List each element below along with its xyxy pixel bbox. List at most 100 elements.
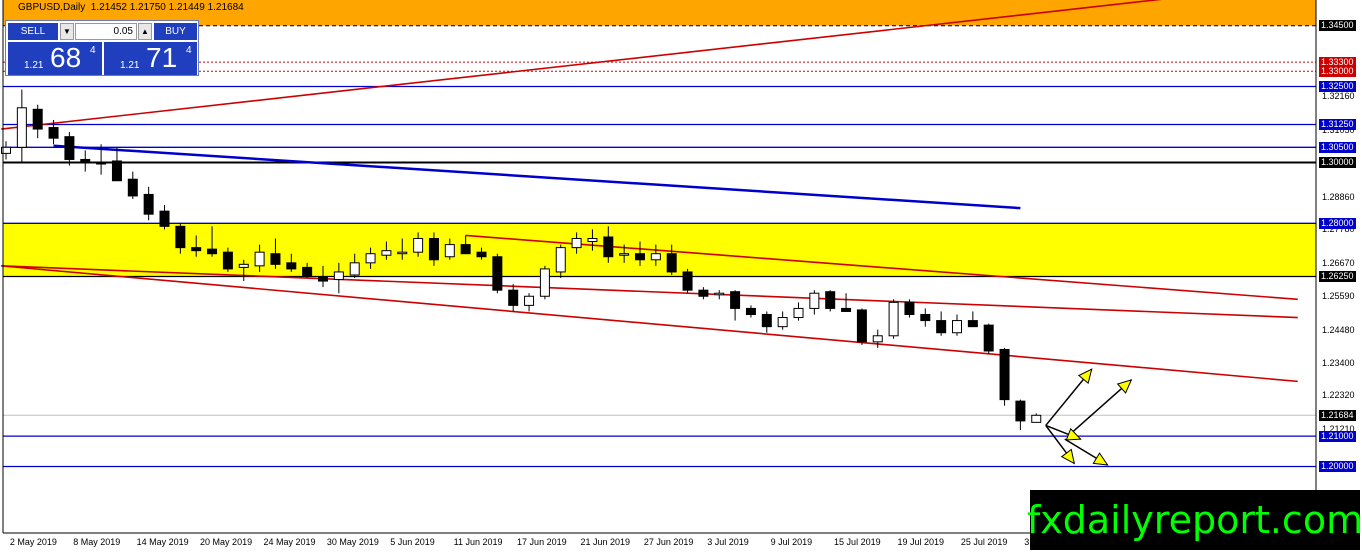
trend-line	[1, 265, 1298, 383]
candle-body	[444, 244, 455, 258]
candle-body	[841, 307, 852, 312]
buy-button[interactable]: BUY	[154, 23, 197, 40]
candle-body	[619, 253, 630, 256]
candle-body	[349, 262, 360, 276]
candle-body	[381, 250, 392, 256]
candle-body	[698, 289, 709, 297]
date-tick-label: 25 Jul 2019	[960, 537, 1008, 547]
candle-body	[96, 162, 107, 165]
date-tick-label: 21 Jun 2019	[580, 537, 630, 547]
candle-body	[159, 210, 170, 227]
scenario-arrow-head	[1092, 452, 1109, 466]
candle-body	[793, 307, 804, 319]
candle-body	[635, 253, 645, 261]
candle-body	[983, 324, 994, 352]
sell-price-prefix: 1.21	[24, 60, 44, 71]
price-level-tag: 1.21000	[1319, 430, 1356, 442]
price-level-tag: 1.26250	[1319, 271, 1356, 282]
price-level-tag: 1.21684	[1319, 409, 1356, 421]
candle-body	[127, 178, 138, 197]
candle-body	[856, 309, 867, 343]
date-tick-label: 8 May 2019	[73, 537, 121, 547]
date-tick-label: 27 Jun 2019	[643, 537, 694, 547]
candle-body	[920, 314, 931, 322]
candle-body	[1031, 414, 1042, 423]
candle-body	[936, 320, 947, 334]
price-level-tag: 1.31250	[1319, 119, 1356, 130]
moving-average-line	[53, 144, 1021, 210]
candle-body	[571, 238, 582, 249]
candle-body	[714, 292, 725, 296]
one-click-trade-panel: SELL ▼ 0.05 ▲ BUY 1.21 68 4 1.21 71 4	[5, 20, 199, 76]
candle-body	[222, 251, 233, 270]
price-chart	[1, 0, 1317, 534]
candle-body	[238, 263, 249, 268]
date-tick-label: 9 Jul 2019	[770, 537, 813, 547]
price-level-tag: 1.33000	[1319, 65, 1356, 77]
candle-body	[888, 301, 899, 337]
price-level-tag: 1.30500	[1319, 141, 1356, 153]
candle-body	[333, 271, 344, 281]
chart-header: GBPUSD,Daily 1.21452 1.21750 1.21449 1.2…	[18, 2, 244, 13]
candle-body	[254, 251, 265, 267]
date-tick-label: 3 Jul 2019	[707, 537, 749, 547]
candle-body	[524, 295, 535, 306]
candle-body	[175, 225, 186, 249]
date-tick-label: 19 Jul 2019	[897, 537, 944, 547]
date-tick-label: 5 Jun 2019	[390, 537, 435, 547]
candle-body	[413, 238, 424, 253]
scenario-arrow-head	[1077, 368, 1093, 384]
buy-price-main: 71	[146, 42, 178, 73]
price-tick-label: 1.28860	[1322, 191, 1355, 202]
candle-body	[555, 247, 566, 273]
candle-body	[207, 248, 218, 255]
date-tick-label: 24 May 2019	[263, 537, 316, 547]
candle-body	[952, 320, 962, 334]
date-tick-label: 14 May 2019	[136, 537, 189, 547]
price-level-tag: 1.30000	[1319, 157, 1356, 168]
candle-body	[80, 158, 91, 162]
buy-price-pip: 4	[186, 45, 192, 56]
buy-price[interactable]: 1.21 71 4	[104, 42, 197, 75]
price-tick-label: 1.22320	[1322, 390, 1355, 401]
price-level-tag: 1.20000	[1319, 461, 1356, 472]
candle-body	[365, 253, 376, 264]
candle-body	[270, 253, 281, 265]
lot-size-input[interactable]: 0.05	[75, 23, 137, 40]
watermark: fxdailyreport.com	[1027, 490, 1362, 550]
lot-up-icon[interactable]: ▲	[138, 23, 152, 40]
candle-body	[777, 317, 788, 328]
price-tick-label: 1.25590	[1322, 291, 1355, 302]
candle-body	[48, 127, 59, 139]
date-tick-label: 30 May 2019	[326, 537, 379, 547]
candle-body	[825, 291, 836, 309]
candle-body	[872, 335, 883, 343]
lot-down-icon[interactable]: ▼	[60, 23, 74, 40]
candle-body	[476, 251, 487, 258]
date-tick-label: 2 May 2019	[9, 537, 57, 547]
candle-body	[730, 291, 741, 309]
candle-body	[999, 348, 1010, 401]
sell-price[interactable]: 1.21 68 4	[8, 42, 102, 75]
candle-body	[286, 262, 297, 270]
price-level-tag: 1.34500	[1319, 20, 1356, 32]
price-tick-label: 1.23400	[1322, 357, 1355, 368]
candle-body	[761, 314, 772, 328]
price-level-tag: 1.28000	[1319, 217, 1356, 229]
candle-body	[587, 238, 598, 243]
candle-body	[32, 108, 43, 130]
candle-body	[428, 238, 439, 261]
candle-body	[809, 292, 820, 309]
candle-body	[460, 244, 471, 255]
candle-body	[603, 236, 614, 258]
candle-body	[492, 256, 503, 291]
price-level-tag: 1.32500	[1319, 81, 1356, 92]
date-tick-label: 15 Jul 2019	[834, 537, 881, 547]
candle-body	[397, 251, 408, 255]
date-tick-label: 20 May 2019	[200, 537, 253, 547]
sell-button[interactable]: SELL	[8, 23, 58, 40]
price-tick-label: 1.24480	[1322, 324, 1355, 335]
candle-body	[967, 320, 978, 328]
candle-body	[508, 289, 519, 306]
price-tick-label: 1.32160	[1322, 91, 1355, 102]
